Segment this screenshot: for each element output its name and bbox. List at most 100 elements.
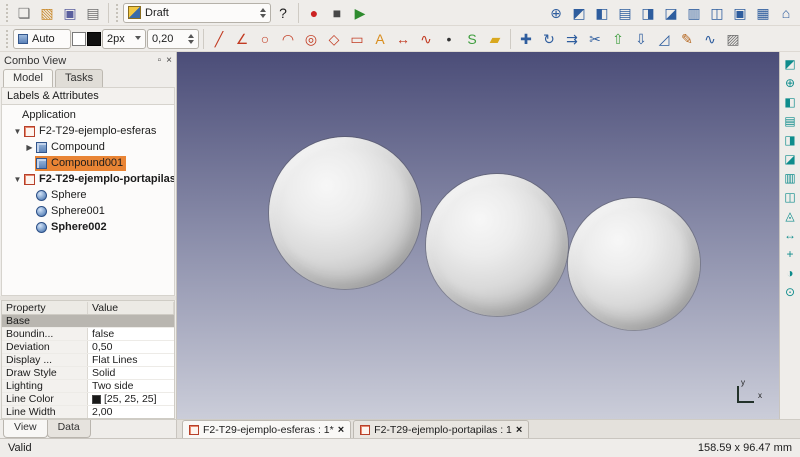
toolbar-grip[interactable] bbox=[6, 30, 9, 48]
macro-record-icon[interactable]: ● bbox=[303, 2, 325, 24]
view-home-icon[interactable]: ⌂ bbox=[775, 2, 797, 24]
view-front-icon[interactable]: ◧ bbox=[591, 2, 613, 24]
draft-edit-icon[interactable]: ✎ bbox=[676, 28, 698, 50]
property-row-line-color[interactable]: Line Color [25, 25, 25] bbox=[2, 393, 174, 406]
draft-scale-icon[interactable]: ◿ bbox=[653, 28, 675, 50]
sphere-3d-2[interactable] bbox=[426, 174, 568, 316]
tab-data[interactable]: Data bbox=[47, 420, 91, 438]
draft-move-icon[interactable]: ✚ bbox=[515, 28, 537, 50]
toolbar-grip[interactable] bbox=[116, 4, 119, 22]
tree-item-compound001[interactable]: Compound001 bbox=[2, 155, 174, 171]
draft-circle-icon[interactable]: ○ bbox=[254, 28, 276, 50]
toggle-clipping-icon[interactable]: ◬ bbox=[781, 206, 800, 225]
toggle-axis-cross-icon[interactable]: + bbox=[781, 244, 800, 263]
tree-expand-arrow[interactable]: ▼ bbox=[12, 127, 23, 136]
zoom-in-icon[interactable]: ⊙ bbox=[781, 282, 800, 301]
sphere-3d-3[interactable] bbox=[568, 198, 700, 330]
view-left-icon[interactable]: ◫ bbox=[706, 2, 728, 24]
view-bottom-icon[interactable]: ▥ bbox=[781, 168, 800, 187]
draft-trimex-icon[interactable]: ✂ bbox=[584, 28, 606, 50]
property-row-lighting[interactable]: Lighting Two side bbox=[2, 380, 174, 393]
view-bottom-icon[interactable]: ▥ bbox=[683, 2, 705, 24]
draft-polyline-icon[interactable]: ∠ bbox=[231, 28, 253, 50]
view-rear-icon[interactable]: ◪ bbox=[781, 149, 800, 168]
tree-item-compound[interactable]: ▶ Compound bbox=[2, 139, 174, 155]
macro-play-icon[interactable]: ▶ bbox=[349, 2, 371, 24]
property-row-line-width[interactable]: Line Width 2,00 bbox=[2, 406, 174, 419]
new-document-icon[interactable]: ❏ bbox=[13, 2, 35, 24]
view-fit-all-icon[interactable]: ⊕ bbox=[545, 2, 567, 24]
save-document-icon[interactable]: ▣ bbox=[59, 2, 81, 24]
measure-distance-icon[interactable]: ↔ bbox=[781, 225, 800, 244]
tab-tasks[interactable]: Tasks bbox=[55, 69, 103, 87]
property-row-bounding-box[interactable]: Boundin... false bbox=[2, 328, 174, 341]
tree-expand-arrow[interactable]: ▶ bbox=[24, 143, 35, 152]
spinbox-arrows-icon[interactable] bbox=[188, 31, 194, 47]
draft-wire-to-bspline-icon[interactable]: ∿ bbox=[699, 28, 721, 50]
scale-spinbox[interactable]: 0,20 bbox=[147, 29, 199, 49]
view-fit-all-icon[interactable]: ⊕ bbox=[781, 73, 800, 92]
open-document-icon[interactable]: ▧ bbox=[36, 2, 58, 24]
draft-rectangle-icon[interactable]: ▭ bbox=[346, 28, 368, 50]
sphere-3d-1[interactable] bbox=[269, 137, 421, 289]
view-axonometric-icon[interactable]: ◩ bbox=[568, 2, 590, 24]
draft-dimension-icon[interactable]: ↔ bbox=[392, 28, 414, 50]
tab-doc-esferas[interactable]: F2-T29-ejemplo-esferas : 1* × bbox=[182, 420, 351, 438]
view-top-icon[interactable]: ▤ bbox=[781, 111, 800, 130]
draft-text-icon[interactable]: A bbox=[369, 28, 391, 50]
tab-view[interactable]: View bbox=[3, 420, 48, 438]
draft-downgrade-icon[interactable]: ⇩ bbox=[630, 28, 652, 50]
view-trimetric-icon[interactable]: ▦ bbox=[752, 2, 774, 24]
draft-line-icon[interactable]: ╱ bbox=[208, 28, 230, 50]
draft-polygon-icon[interactable]: ◇ bbox=[323, 28, 345, 50]
view-isometric-icon[interactable]: ◩ bbox=[781, 54, 800, 73]
line-color-swatch[interactable] bbox=[87, 32, 101, 46]
tree-item-sphere001[interactable]: Sphere001 bbox=[2, 203, 174, 219]
tree-item-sphere002[interactable]: Sphere002 bbox=[2, 219, 174, 235]
view-right-icon[interactable]: ◨ bbox=[781, 130, 800, 149]
float-panel-icon[interactable]: ▫ bbox=[158, 55, 162, 66]
face-color-swatch[interactable] bbox=[72, 32, 86, 46]
view-rear-icon[interactable]: ◪ bbox=[660, 2, 682, 24]
whatsthis-icon[interactable]: ? bbox=[272, 2, 294, 24]
macro-stop-icon[interactable]: ■ bbox=[326, 2, 348, 24]
view-left-icon[interactable]: ◫ bbox=[781, 187, 800, 206]
draft-rotate-icon[interactable]: ↻ bbox=[538, 28, 560, 50]
tab-doc-portapilas[interactable]: F2-T29-ejemplo-portapilas : 1 × bbox=[353, 420, 529, 438]
draft-autogroup-button[interactable]: Auto bbox=[13, 29, 71, 49]
property-row-draw-style[interactable]: Draw Style Solid bbox=[2, 367, 174, 380]
panel-title-bar[interactable]: Combo View ▫ × bbox=[0, 52, 176, 69]
draft-point-icon[interactable]: • bbox=[438, 28, 460, 50]
combo-spin-arrows-icon[interactable] bbox=[260, 5, 266, 21]
tree-item-application[interactable]: Application bbox=[2, 107, 174, 123]
tree-expand-arrow[interactable]: ▼ bbox=[12, 175, 23, 184]
draft-ellipse-icon[interactable]: ◎ bbox=[300, 28, 322, 50]
workbench-selector[interactable]: Draft bbox=[123, 3, 271, 23]
tab-model[interactable]: Model bbox=[3, 69, 53, 87]
draft-bspline-icon[interactable]: ∿ bbox=[415, 28, 437, 50]
tree-item-sphere[interactable]: Sphere bbox=[2, 187, 174, 203]
tree-item-doc-portapilas[interactable]: ▼ F2-T29-ejemplo-portapilas bbox=[2, 171, 174, 187]
draft-upgrade-icon[interactable]: ⇧ bbox=[607, 28, 629, 50]
print-icon[interactable]: ▤ bbox=[82, 2, 104, 24]
view-top-icon[interactable]: ▤ bbox=[614, 2, 636, 24]
view-right-icon[interactable]: ◨ bbox=[637, 2, 659, 24]
draft-facebinder-icon[interactable]: ▰ bbox=[484, 28, 506, 50]
draft-shape2dview-icon[interactable]: ▨ bbox=[722, 28, 744, 50]
close-panel-icon[interactable]: × bbox=[166, 55, 172, 66]
tree-item-doc-esferas[interactable]: ▼ F2-T29-ejemplo-esferas bbox=[2, 123, 174, 139]
view-front-icon[interactable]: ◧ bbox=[781, 92, 800, 111]
view-dimetric-icon[interactable]: ▣ bbox=[729, 2, 751, 24]
stereo-view-icon[interactable]: ◑ bbox=[781, 263, 800, 282]
draft-offset-icon[interactable]: ⇉ bbox=[561, 28, 583, 50]
property-row-deviation[interactable]: Deviation 0,50 bbox=[2, 341, 174, 354]
draft-arc-icon[interactable]: ◠ bbox=[277, 28, 299, 50]
close-tab-icon[interactable]: × bbox=[338, 424, 344, 436]
draft-shapestring-icon[interactable]: S bbox=[461, 28, 483, 50]
close-tab-icon[interactable]: × bbox=[516, 424, 522, 436]
3d-viewport[interactable]: y x bbox=[177, 52, 779, 419]
property-row-base[interactable]: Base bbox=[2, 315, 174, 328]
toolbar-grip[interactable] bbox=[6, 4, 9, 22]
property-row-display-mode[interactable]: Display ... Flat Lines bbox=[2, 354, 174, 367]
line-width-select[interactable]: 2px bbox=[102, 29, 146, 49]
